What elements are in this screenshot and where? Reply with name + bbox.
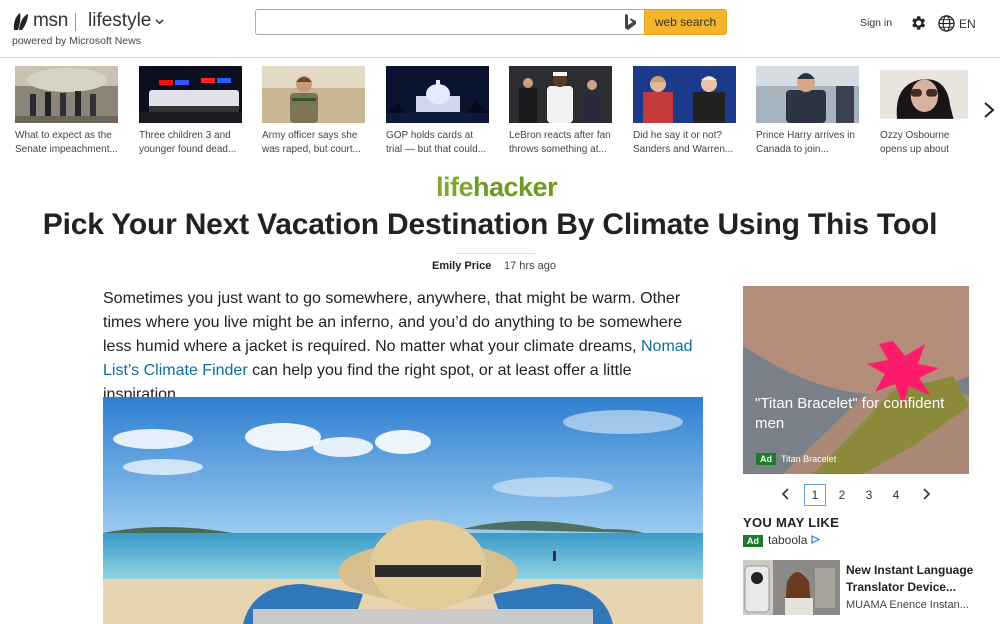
chevron-left-icon[interactable] (781, 488, 790, 500)
carousel-caption: Three children 3 and younger found dead.… (139, 130, 237, 155)
carousel-item[interactable]: GOP holds cards at trial — but that coul… (386, 66, 489, 157)
section-label: lifestyle (88, 10, 152, 31)
carousel-item[interactable]: Prince Harry arrives in Canada to join..… (756, 66, 859, 157)
you-may-like-heading: YOU MAY LIKE (743, 515, 840, 530)
page-button-1[interactable]: 1 (804, 484, 826, 506)
top-header: msn lifestyle powered by Microsoft News … (0, 0, 1000, 58)
search-input[interactable] (255, 9, 645, 35)
bing-icon[interactable] (623, 13, 637, 31)
carousel-caption: LeBron reacts after fan throws something… (509, 130, 611, 155)
ad-badge: Ad (756, 453, 776, 465)
carousel-caption: Did he say it or not? Sanders and Warren… (633, 130, 734, 155)
carousel-thumbnail (633, 66, 736, 123)
ad-title[interactable]: "Titan Bracelet" for confident men (755, 394, 955, 434)
carousel-thumbnail (139, 66, 242, 123)
carousel-thumbnail (386, 66, 489, 123)
msn-butterfly-icon (13, 13, 28, 30)
msn-brand-text: msn (33, 10, 68, 31)
page-button-2[interactable]: 2 (831, 484, 853, 506)
ad-image[interactable] (743, 286, 969, 474)
carousel-caption: Ozzy Osbourne opens up about Parkinson's (880, 130, 950, 155)
chevron-right-icon[interactable] (922, 488, 931, 500)
chevron-right-icon[interactable] (983, 101, 995, 119)
ad-brand: Titan Bracelet (781, 454, 837, 464)
page-button-4[interactable]: 4 (885, 484, 907, 506)
carousel-item[interactable]: Army officer says she was raped, but cou… (262, 66, 365, 157)
web-search-button[interactable]: web search (644, 9, 727, 35)
carousel-caption: Army officer says she was raped, but cou… (262, 130, 361, 155)
ad-pager: 1 2 3 4 (743, 482, 969, 506)
news-carousel: What to expect as the Senate impeachment… (0, 66, 1000, 162)
carousel-thumbnail (15, 66, 118, 123)
article-timestamp: 17 hrs ago (504, 260, 556, 272)
sign-in-link[interactable]: Sign in (860, 17, 892, 29)
taboola-arrow-icon[interactable] (811, 535, 820, 544)
recommended-thumbnail[interactable] (743, 560, 840, 615)
carousel-item[interactable]: What to expect as the Senate impeachment… (15, 66, 118, 157)
carousel-item[interactable]: LeBron reacts after fan throws something… (509, 66, 612, 157)
recommended-title[interactable]: New Instant Language Translator Device..… (846, 562, 974, 596)
carousel-item[interactable]: Three children 3 and younger found dead.… (139, 66, 242, 157)
carousel-caption: What to expect as the Senate impeachment… (15, 130, 118, 155)
section-dropdown[interactable]: lifestyle (88, 10, 164, 32)
article-title: Pick Your Next Vacation Destination By C… (42, 208, 938, 241)
powered-by-text: powered by Microsoft News (12, 35, 141, 47)
page-button-3[interactable]: 3 (858, 484, 880, 506)
article-hero-image (103, 397, 703, 624)
header-divider (75, 13, 76, 31)
recommended-source: MUAMA Enence Instan... (846, 599, 969, 611)
carousel-item[interactable]: Ozzy Osbourne opens up about Parkinson's (880, 66, 983, 157)
article-author[interactable]: Emily Price (432, 260, 491, 272)
carousel-thumbnail (262, 66, 365, 123)
chevron-down-icon (155, 18, 164, 24)
taboola-provider[interactable]: taboola (768, 533, 807, 547)
gear-icon[interactable] (909, 14, 927, 32)
carousel-item[interactable]: Did he say it or not? Sanders and Warren… (633, 66, 736, 157)
carousel-thumbnail (756, 66, 859, 123)
article-paragraph: Sometimes you just want to go somewhere,… (103, 290, 693, 403)
ad-badge: Ad (743, 535, 763, 547)
globe-icon[interactable] (938, 15, 955, 32)
carousel-thumbnail (880, 70, 968, 119)
source-logo[interactable]: lifehacker (436, 172, 558, 203)
byline-divider (455, 253, 535, 254)
carousel-caption: Prince Harry arrives in Canada to join..… (756, 130, 855, 155)
carousel-thumbnail (509, 66, 612, 123)
carousel-caption: GOP holds cards at trial — but that coul… (386, 130, 487, 155)
language-selector[interactable]: EN (959, 17, 976, 31)
msn-logo[interactable]: msn (12, 10, 68, 32)
